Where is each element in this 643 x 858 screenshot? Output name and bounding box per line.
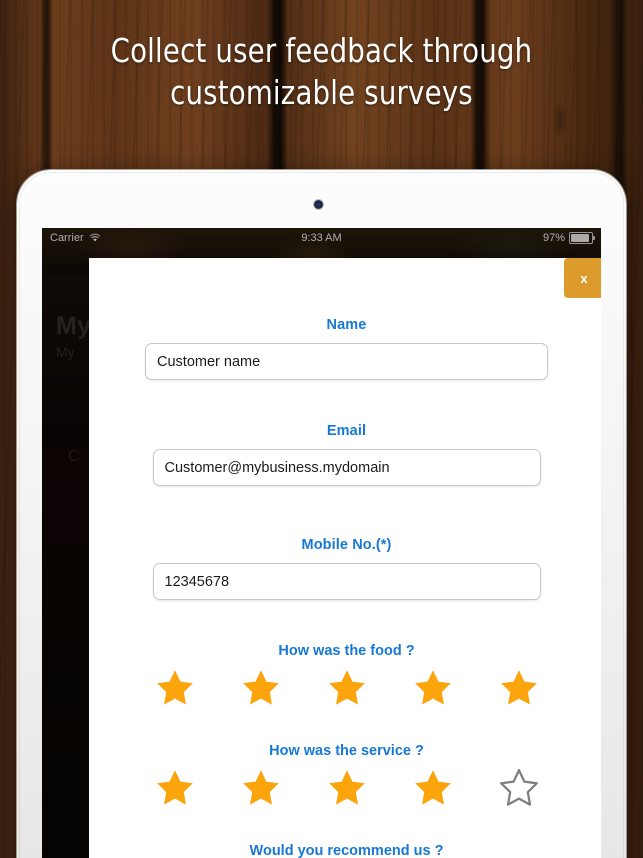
star-filled-icon[interactable] (241, 768, 281, 807)
app-background-band-label: C (68, 448, 80, 465)
app-background-title: My (56, 312, 92, 340)
star-filled-icon[interactable] (413, 668, 453, 707)
survey-modal: x Name Email Mobile No.(*) (89, 258, 601, 858)
star-filled-icon[interactable] (327, 668, 367, 707)
close-button[interactable]: x (564, 258, 601, 298)
name-label: Name (326, 317, 367, 333)
promo-headline: Collect user feedback through customizab… (23, 30, 621, 114)
food-rating-label: How was the food ? (278, 643, 415, 659)
field-mobile: Mobile No.(*) (89, 537, 601, 600)
star-filled-icon[interactable] (499, 668, 539, 707)
star-filled-icon[interactable] (155, 768, 195, 807)
status-bar: Carrier 9:33 AM 97% (42, 228, 601, 248)
status-bar-time: 9:33 AM (301, 232, 342, 244)
service-star-row[interactable] (89, 768, 601, 807)
email-label: Email (326, 423, 367, 439)
service-rating-label: How was the service ? (269, 743, 424, 759)
recommend-label: Would you recommend us ? (249, 843, 444, 858)
rating-service: How was the service ? (89, 743, 601, 807)
email-input[interactable] (152, 449, 541, 486)
app-background-subtitle: My (56, 344, 75, 360)
star-filled-icon[interactable] (413, 768, 453, 807)
headline-line-1: Collect user feedback through (110, 31, 533, 70)
tablet-screen: My My C Carrier 9:33 AM 97% x Name Custo… (42, 228, 601, 858)
rating-recommend: Would you recommend us ? (89, 843, 601, 858)
front-camera-icon (314, 200, 323, 209)
food-star-row[interactable] (89, 668, 601, 707)
star-filled-icon[interactable] (155, 668, 195, 707)
field-email: Email (89, 423, 601, 486)
star-filled-icon[interactable] (241, 668, 281, 707)
promo-screenshot: Collect user feedback through customizab… (0, 0, 643, 858)
mobile-label: Mobile No.(*) (301, 537, 392, 553)
tablet-device-frame: My My C Carrier 9:33 AM 97% x Name Custo… (17, 170, 626, 858)
star-filled-icon[interactable] (327, 768, 367, 807)
headline-line-2: customizable surveys (170, 73, 473, 112)
mobile-input[interactable] (152, 563, 541, 600)
battery-icon (569, 232, 595, 244)
field-name: Name (89, 317, 601, 380)
battery-fill (571, 234, 589, 242)
rating-food: How was the food ? (89, 643, 601, 707)
name-input[interactable] (145, 343, 548, 380)
star-outline-icon[interactable] (499, 768, 539, 807)
